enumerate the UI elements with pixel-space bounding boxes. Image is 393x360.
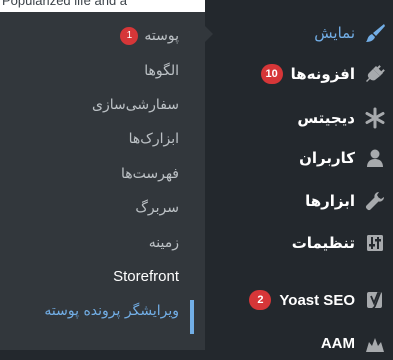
menu-item-tools[interactable]: ابزارها	[205, 184, 393, 218]
submenu-item-label: سربرگ	[135, 200, 179, 216]
plugins-icon	[357, 57, 393, 91]
menu-item-plugins[interactable]: افزونه‌ها 10	[205, 57, 393, 91]
appearance-submenu: پوسته 1 الگوها سفارشی‌سازی ابزارک‌ها فهر…	[0, 12, 205, 350]
submenu-item-themes[interactable]: پوسته 1	[120, 22, 179, 50]
submenu-item-widgets[interactable]: ابزارک‌ها	[129, 125, 179, 153]
submenu-item-theme-file-editor[interactable]: ویرایشگر پرونده پوسته	[44, 297, 179, 325]
submenu-item-customize[interactable]: سفارشی‌سازی	[92, 91, 179, 119]
menu-item-label: دیجیتس	[297, 109, 355, 127]
menu-item-aam[interactable]: AAM	[205, 326, 393, 360]
aam-icon	[357, 326, 393, 360]
menu-item-label: نمایش	[314, 24, 355, 42]
menu-item-label: ابزارها	[305, 192, 355, 210]
menu-item-label: AAM	[320, 334, 355, 352]
submenu-item-label: ابزارک‌ها	[128, 131, 179, 147]
submenu-item-label: زمینه	[148, 235, 179, 251]
background-page-text: Popularized life and a	[0, 0, 205, 12]
menu-item-label: Yoast SEO	[279, 291, 355, 309]
menu-item-settings[interactable]: تنظیمات	[205, 226, 393, 260]
admin-sidebar-menu: نمایش افزونه‌ها 10 دیجیتس	[205, 0, 393, 352]
submenu-item-label: پوسته	[144, 28, 179, 44]
submenu-item-patterns[interactable]: الگوها	[144, 57, 179, 85]
submenu-item-label: الگوها	[144, 63, 179, 79]
asterisk-icon	[357, 101, 393, 135]
wrench-icon	[357, 184, 393, 218]
submenu-item-label: سفارشی‌سازی	[92, 97, 179, 113]
menu-item-label: کاربران	[299, 149, 355, 167]
paintbrush-icon	[357, 16, 393, 50]
update-count-badge: 10	[260, 64, 283, 84]
users-icon	[357, 141, 393, 175]
submenu-item-label: ویرایشگر پرونده پوسته	[44, 303, 179, 319]
notification-count-badge: 2	[249, 290, 272, 310]
menu-item-yoast-seo[interactable]: Yoast SEO 2	[205, 283, 393, 317]
menu-item-appearance[interactable]: نمایش	[205, 16, 393, 50]
menu-item-label: افزونه‌ها	[290, 65, 355, 83]
menu-item-digits[interactable]: دیجیتس	[205, 101, 393, 135]
active-item-indicator	[190, 300, 194, 334]
background-text: Popularized life and a	[2, 0, 128, 8]
yoast-icon	[357, 283, 393, 317]
submenu-item-label: فهرست‌ها	[121, 166, 179, 182]
submenu-item-menus[interactable]: فهرست‌ها	[121, 160, 179, 188]
submenu-item-header[interactable]: سربرگ	[135, 194, 179, 222]
submenu-item-label: Storefront	[113, 268, 179, 285]
menu-item-label: تنظیمات	[291, 234, 355, 252]
submenu-item-storefront[interactable]: Storefront	[113, 263, 179, 291]
menu-item-users[interactable]: کاربران	[205, 141, 393, 175]
settings-icon	[357, 226, 393, 260]
update-count-badge: 1	[120, 27, 139, 45]
submenu-item-background[interactable]: زمینه	[149, 229, 179, 257]
submenu-pointer	[205, 26, 213, 42]
